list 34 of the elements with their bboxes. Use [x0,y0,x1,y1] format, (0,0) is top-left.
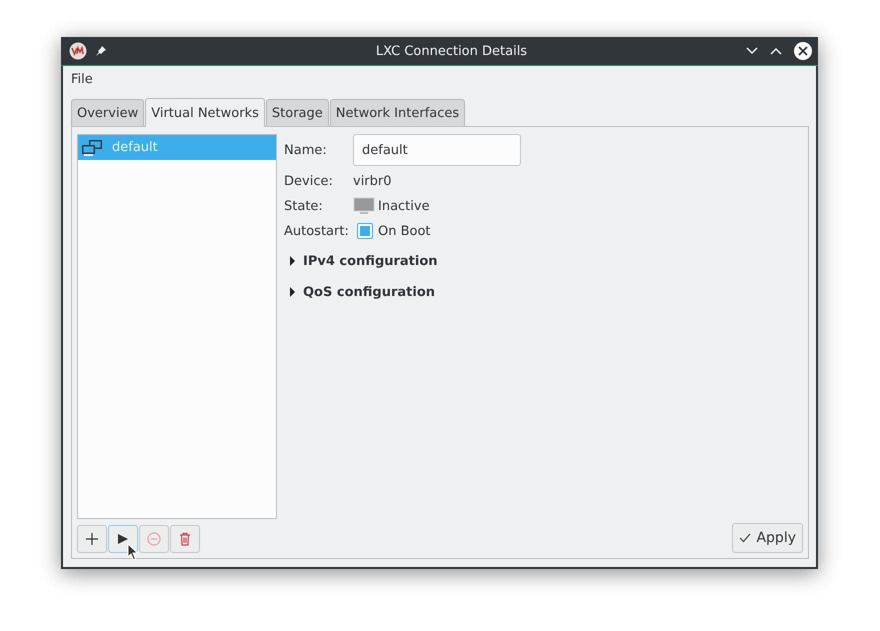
field-label: State: [284,198,324,214]
minimize-icon[interactable] [746,47,758,55]
delete-button[interactable] [170,525,200,553]
monitor-icon [353,197,375,215]
close-icon[interactable] [794,42,812,60]
app-icon[interactable] [69,42,87,60]
device-value: virbr0 [353,174,393,189]
pin-icon[interactable] [95,45,107,57]
checkbox-label: On Boot [378,224,431,238]
trash-icon [178,532,192,546]
field-label: Autostart: [284,224,350,238]
state-value: Inactive [378,198,430,214]
network-icon [81,138,103,156]
section-expander[interactable]: QoS configuration [284,283,803,301]
minus-circle-icon [147,532,161,546]
mouse-pointer-icon [127,543,139,561]
apply-button[interactable]: Apply [732,523,803,553]
plus-icon [85,532,99,546]
autostart-checkbox[interactable] [357,223,373,239]
maximize-icon[interactable] [770,47,782,55]
menu-item[interactable]: File [71,72,93,87]
tab[interactable]: Overview [71,99,144,126]
window-title: LXC Connection Details [374,44,528,58]
tab[interactable]: Network Interfaces [330,99,466,126]
checkmark-icon [739,533,752,543]
section-expander[interactable]: IPv4 configuration [284,252,803,270]
tab[interactable]: Storage [266,99,329,126]
tab[interactable]: Virtual Networks [145,98,265,127]
network-name: default [112,140,158,155]
add-button[interactable] [77,525,107,553]
play-icon [117,533,129,545]
field-label: Device: [284,174,334,189]
field-label: Name: [284,142,328,158]
name-field[interactable]: default [353,134,521,166]
